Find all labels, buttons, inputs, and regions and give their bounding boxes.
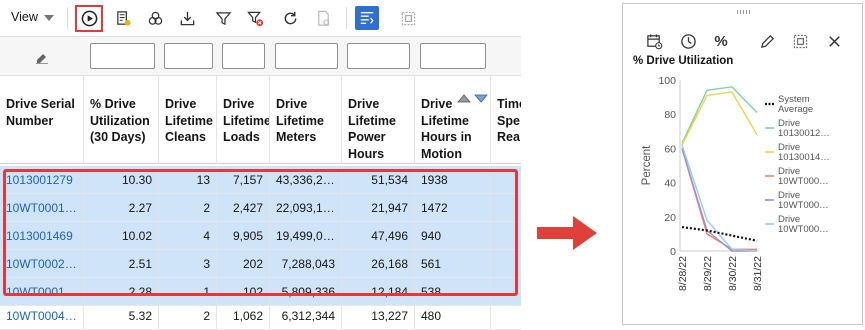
chevron-down-icon [43, 14, 54, 21]
toolbar-divider [67, 7, 68, 29]
selected-rows-highlight [3, 169, 518, 296]
table-row[interactable]: 10WT0004… 5.32 2 1,062 6,312,344 13,227 … [0, 302, 521, 330]
download-icon[interactable] [178, 9, 196, 27]
utilization-line-chart: 0 20 40 60 80 100 Percent 8/28/22 8/29/22 8/30/22… [641, 75, 830, 291]
column-header-label: Drive Lifetime Hours in Motion [421, 97, 472, 161]
column-header[interactable]: Drive Lifetime Meters [270, 76, 342, 164]
x-tick-label: 8/29/22 [702, 256, 714, 291]
fit-to-screen-icon[interactable] [399, 9, 417, 27]
report-settings-icon[interactable] [114, 9, 132, 27]
table-header-row: Drive Serial Number % Drive Utilization … [0, 76, 521, 164]
legend-label: 10130012… [778, 128, 830, 139]
column-filter-row [0, 37, 521, 76]
eraser-icon[interactable] [34, 51, 50, 70]
table-cell: 5.32 [84, 302, 159, 330]
chart-panel: % % Drive Utilization 0 20 40 60 80 100 Percen… [622, 3, 863, 325]
screenshot-stage: View Drive Serial Number % Drive Utiliza… [0, 0, 865, 330]
table-cell: 13,227 [342, 302, 415, 330]
play-icon[interactable] [80, 9, 98, 27]
column-header-label: Time Spe Rea [497, 97, 521, 144]
x-tick-label: 8/30/22 [727, 256, 739, 291]
filter-icon[interactable] [214, 9, 232, 27]
filter-input-loads[interactable] [222, 43, 265, 69]
filter-input-hours-in-motion[interactable] [420, 43, 486, 69]
legend-label: 10WT000… [778, 176, 829, 187]
column-header[interactable]: Time Spe Rea [491, 76, 521, 164]
y-axis-label: Percent [641, 145, 653, 185]
clear-filter-icon[interactable] [246, 9, 264, 27]
sort-arrows-icon[interactable] [457, 93, 489, 103]
table-toolbar: View [0, 0, 521, 37]
column-header-label: Drive Lifetime Loads [223, 97, 270, 144]
freeze-columns-icon [360, 11, 374, 25]
y-tick-label: 40 [664, 178, 676, 190]
legend-label: 10WT000… [778, 224, 829, 235]
legend-label: 10WT000… [778, 200, 829, 211]
x-tick-label: 8/28/22 [677, 256, 689, 291]
filter-input-cleans[interactable] [164, 43, 213, 69]
legend-label: 10130014… [778, 152, 830, 163]
view-menu-label: View [11, 10, 38, 24]
freeze-columns-button[interactable] [355, 6, 379, 30]
right-arrow-icon [537, 216, 597, 250]
table-cell: 2 [159, 302, 217, 330]
drive-table-panel: View Drive Serial Number % Drive Utiliza… [0, 0, 521, 330]
table-cell: 480 [415, 302, 491, 330]
table-cell: 1,062 [217, 302, 270, 330]
view-menu-button[interactable]: View [11, 10, 54, 24]
column-header[interactable]: Drive Lifetime Loads [217, 76, 270, 164]
y-tick-label: 80 [664, 109, 676, 121]
filter-input-meters[interactable] [275, 43, 338, 69]
toolbar-divider [346, 7, 347, 29]
column-header[interactable]: Drive Lifetime Hours in Motion [415, 76, 491, 164]
y-tick-label: 20 [664, 212, 676, 224]
column-header-label: Drive Serial Number [6, 97, 75, 128]
column-header-label: Drive Lifetime Meters [276, 97, 324, 144]
export-document-icon[interactable] [314, 9, 332, 27]
column-header-label: Drive Lifetime Power Hours [348, 97, 396, 161]
refresh-icon[interactable] [281, 9, 299, 27]
series-line [681, 144, 758, 252]
filter-input-power-hours[interactable] [347, 43, 410, 69]
column-header[interactable]: Drive Lifetime Power Hours [342, 76, 415, 164]
x-tick-label: 8/31/22 [752, 256, 764, 291]
y-tick-label: 100 [658, 75, 676, 87]
circles-icon[interactable] [146, 9, 164, 27]
y-tick-label: 0 [670, 246, 676, 258]
column-header[interactable]: % Drive Utilization (30 Days) [84, 76, 159, 164]
serial-number-link[interactable]: 10WT0004… [0, 302, 84, 330]
y-tick-label: 60 [664, 143, 676, 155]
column-header-label: Drive Lifetime Cleans [165, 97, 213, 144]
column-header[interactable]: Drive Serial Number [0, 76, 84, 164]
column-header-label: % Drive Utilization (30 Days) [90, 97, 150, 144]
column-header[interactable]: Drive Lifetime Cleans [159, 76, 217, 164]
filter-input-utilization[interactable] [90, 43, 155, 69]
legend-label: Average [778, 104, 813, 115]
table-cell: 6,312,344 [270, 302, 342, 330]
